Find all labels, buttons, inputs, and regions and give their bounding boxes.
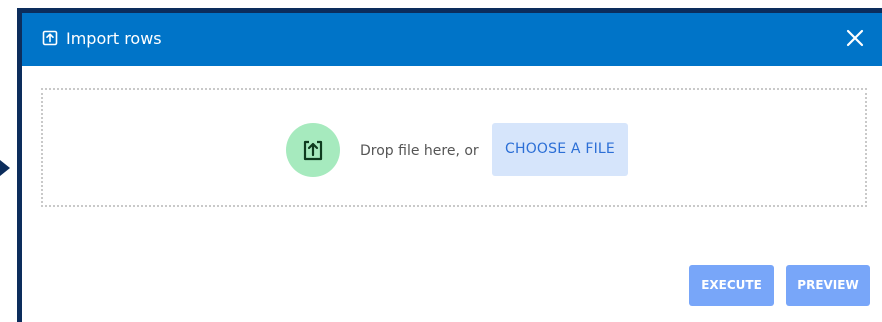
dialog-header: Import rows [22, 13, 882, 66]
file-dropzone[interactable]: Drop file here, or CHOOSE A FILE [41, 88, 867, 207]
choose-file-button[interactable]: CHOOSE A FILE [492, 123, 628, 176]
upload-icon [42, 30, 58, 46]
upload-icon [303, 140, 323, 161]
close-icon [846, 29, 864, 47]
dialog-title: Import rows [66, 29, 162, 48]
page: Import rows Drop file here, or CHOOSE A … [0, 0, 882, 322]
import-rows-dialog: Import rows Drop file here, or CHOOSE A … [22, 13, 882, 322]
preview-button[interactable]: PREVIEW [786, 265, 870, 306]
pointer-arrow-icon [0, 160, 10, 176]
upload-badge [286, 123, 340, 177]
drop-prompt: Drop file here, or [360, 143, 479, 159]
close-button[interactable] [844, 27, 866, 49]
execute-button[interactable]: EXECUTE [689, 265, 774, 306]
